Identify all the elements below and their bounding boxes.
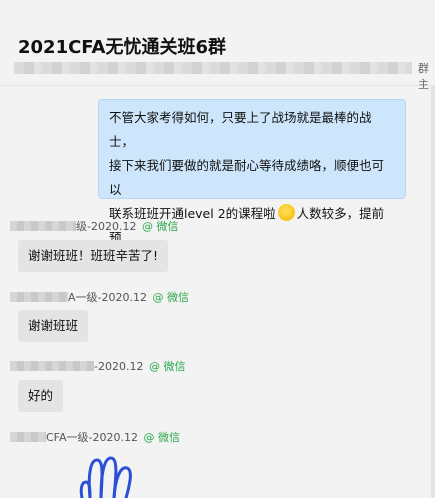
wechat-source-tag: @ 微信 xyxy=(143,431,180,444)
sender-meta: A一级-2020.12 @ 微信 xyxy=(10,289,189,304)
wechat-source-tag: @ 微信 xyxy=(152,291,189,304)
group-title: 2021CFA无忧通关班6群 xyxy=(18,37,226,58)
sender-group-label: A一级-2020.12 xyxy=(68,291,147,304)
sender-meta: CFA一级-2020.12 @ 微信 xyxy=(10,429,180,444)
message-line: 接下来我们要做的就是耐心等待成绩咯，顺便也可以 xyxy=(109,158,385,197)
sender-name-blurred xyxy=(10,361,94,371)
message-line: 不管大家考得如何，只要上了战场就是最棒的战士， xyxy=(109,110,372,149)
sender-name-blurred xyxy=(10,292,68,302)
wechat-source-tag: @ 微信 xyxy=(148,360,186,373)
sender-group-label: -2020.12 xyxy=(94,360,144,373)
tongue-emoji-icon xyxy=(277,204,295,221)
outgoing-message-bubble[interactable]: 不管大家考得如何，只要上了战场就是最棒的战士， 接下来我们要做的就是耐心等待成绩… xyxy=(98,99,406,269)
incoming-message-bubble[interactable]: 好的 xyxy=(18,380,64,412)
incoming-message-bubble[interactable]: 谢谢班班 xyxy=(18,310,89,342)
sender-name-blurred xyxy=(10,221,76,231)
sender-meta: 级-2020.12 @ 微信 xyxy=(10,218,179,233)
incoming-message-bubble[interactable]: 谢谢班班！班班辛苦了! xyxy=(18,240,169,272)
chat-header: 2021CFA无忧通关班6群 群主 xyxy=(0,0,435,91)
sender-group-label: 级-2020.12 xyxy=(76,220,137,233)
waving-hand-sticker-icon[interactable] xyxy=(70,452,160,498)
wechat-source-tag: @ 微信 xyxy=(141,220,179,233)
sender-meta: -2020.12 @ 微信 xyxy=(10,358,186,373)
scrollbar[interactable] xyxy=(431,86,435,498)
sender-name-blurred xyxy=(10,432,46,442)
sender-group-label: CFA一级-2020.12 xyxy=(46,431,138,444)
member-list-blurred xyxy=(14,62,412,74)
